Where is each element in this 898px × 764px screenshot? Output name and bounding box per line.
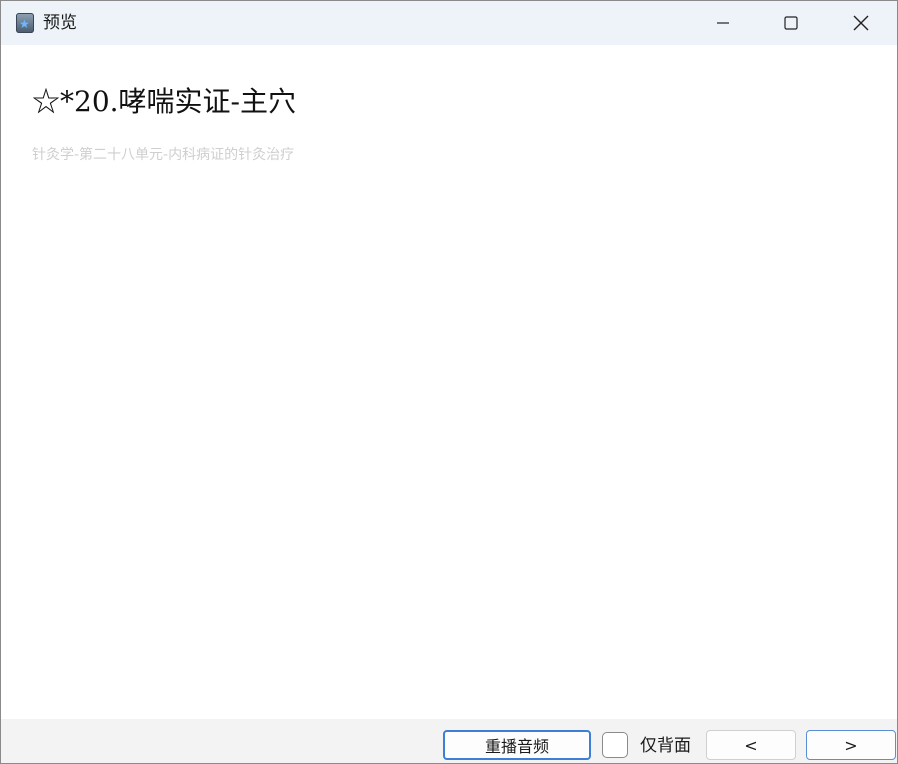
back-only-checkbox[interactable] bbox=[602, 732, 628, 758]
app-icon: ★ bbox=[16, 13, 34, 33]
back-only-label[interactable]: 仅背面 bbox=[640, 735, 691, 757]
previous-button[interactable]: < bbox=[706, 730, 796, 760]
replay-audio-button[interactable]: 重播音频 bbox=[443, 730, 591, 760]
card-subtitle: 针灸学-第二十八单元-内科病证的针灸治疗 bbox=[32, 147, 295, 163]
minimize-icon bbox=[717, 22, 729, 24]
close-icon bbox=[853, 15, 869, 31]
next-button[interactable]: > bbox=[806, 730, 896, 760]
close-button[interactable] bbox=[827, 1, 895, 45]
window-title: 预览 bbox=[43, 13, 77, 33]
preview-window: ★ 预览 ☆*20.哮喘实证-主穴 针灸学-第二十八单元-内科病证的针灸治疗 重… bbox=[0, 0, 898, 764]
card-title: ☆*20.哮喘实证-主穴 bbox=[32, 85, 296, 118]
title-bar[interactable]: ★ 预览 bbox=[1, 1, 897, 45]
bottom-toolbar: 重播音频 仅背面 < > bbox=[1, 719, 897, 763]
card-content: ☆*20.哮喘实证-主穴 针灸学-第二十八单元-内科病证的针灸治疗 bbox=[1, 45, 897, 719]
maximize-icon bbox=[784, 16, 798, 30]
maximize-button[interactable] bbox=[757, 1, 825, 45]
star-icon: ★ bbox=[19, 17, 30, 31]
minimize-button[interactable] bbox=[689, 1, 757, 45]
